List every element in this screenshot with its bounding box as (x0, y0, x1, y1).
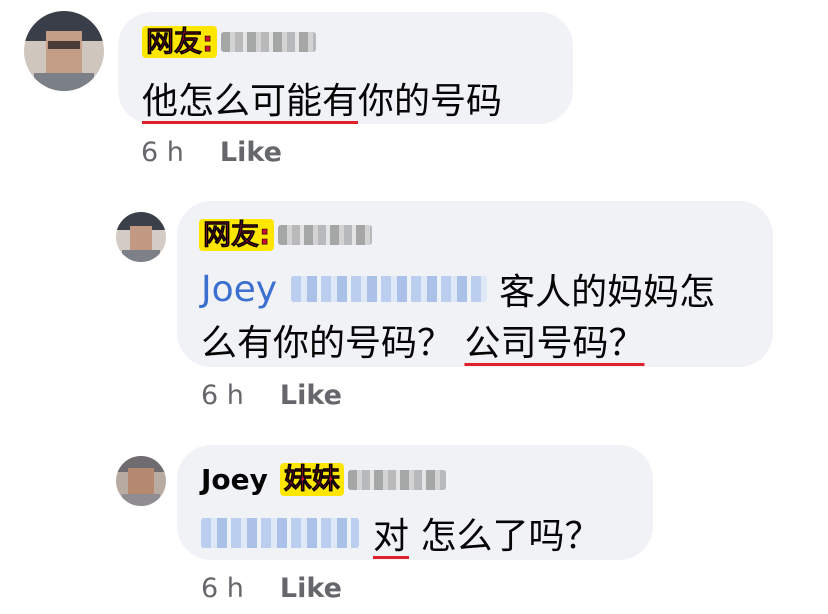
underlined-text: 对 (373, 516, 410, 557)
comment-text-plain: 么有你的号码？ (201, 323, 465, 364)
underlined-text: 他怎么可能有 (142, 81, 359, 122)
comment-text-rest: 怎么了吗？ (409, 516, 601, 557)
comment-text-rest: 你的号码 (358, 81, 503, 122)
comment-bubble: Joey 妹妹 对 怎么了吗？ (177, 445, 653, 560)
mention-name[interactable]: Joey (201, 269, 277, 310)
commenter-avatar[interactable] (24, 11, 104, 91)
blurred-mention (291, 276, 488, 302)
comment-bubble: 网友: Joey 客人的妈妈怎 么有你的号码？ 公司号码？ (177, 201, 773, 367)
commenter-avatar[interactable] (116, 456, 166, 506)
sister-tag: 妹妹 (279, 462, 344, 496)
like-button[interactable]: Like (220, 137, 282, 168)
comment-text: 对 怎么了吗？ (201, 507, 600, 559)
like-button[interactable]: Like (280, 573, 342, 604)
comment-text-rest: 客人的妈妈怎 (499, 272, 716, 313)
commenter-avatar[interactable] (116, 212, 166, 262)
blurred-username (347, 469, 446, 490)
comment-meta: 6 h Like (201, 380, 342, 411)
comment-meta: 6 h Like (201, 573, 342, 604)
blurred-username (221, 32, 317, 53)
comment-text: 他怎么可能有你的号码 (142, 72, 502, 124)
comment-meta: 6 h Like (141, 137, 282, 168)
comment-time[interactable]: 6 h (201, 573, 244, 604)
comment-bubble: 网友: 他怎么可能有你的号码 (118, 12, 573, 124)
comment-time[interactable]: 6 h (141, 137, 184, 168)
commenter-name[interactable]: Joey (201, 463, 268, 496)
like-button[interactable]: Like (280, 380, 342, 411)
netizen-tag: 网友: (142, 25, 218, 59)
netizen-tag: 网友: (199, 218, 275, 252)
blurred-username (278, 225, 373, 246)
comment-text-line-1: Joey 客人的妈妈怎 (201, 263, 715, 315)
comment-time[interactable]: 6 h (201, 380, 244, 411)
blurred-mention (201, 518, 359, 548)
comment-text-line-2: 么有你的号码？ 公司号码？ (201, 314, 644, 366)
underlined-text: 公司号码？ (464, 323, 645, 364)
